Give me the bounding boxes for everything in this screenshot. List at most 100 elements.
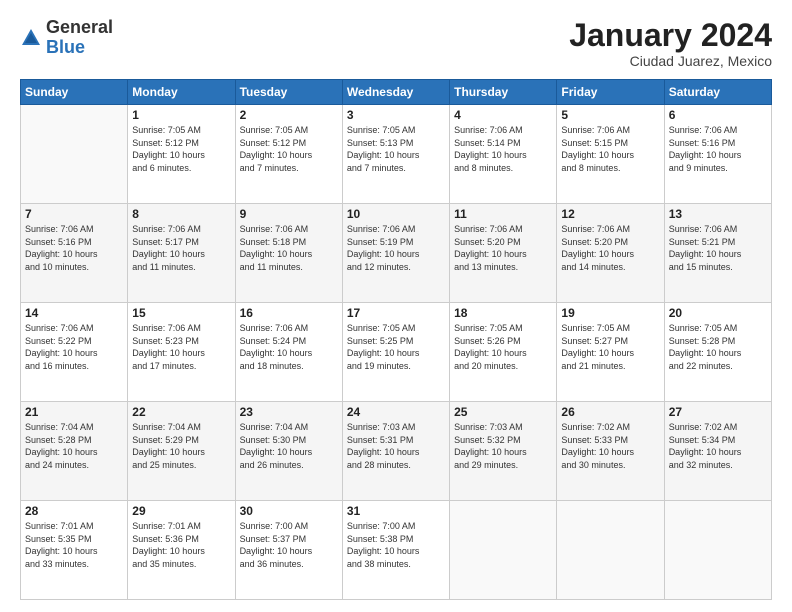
calendar-cell: 31 Sunrise: 7:00 AM Sunset: 5:38 PM Dayli…: [342, 501, 449, 600]
day-number: 7: [25, 207, 123, 221]
calendar-cell: 13 Sunrise: 7:06 AM Sunset: 5:21 PM Dayli…: [664, 204, 771, 303]
calendar-cell: 24 Sunrise: 7:03 AM Sunset: 5:31 PM Dayli…: [342, 402, 449, 501]
day-number: 8: [132, 207, 230, 221]
day-info: Sunrise: 7:06 AM Sunset: 5:23 PM Dayligh…: [132, 322, 230, 372]
day-number: 11: [454, 207, 552, 221]
logo-icon: [20, 27, 42, 49]
calendar-cell: 22 Sunrise: 7:04 AM Sunset: 5:29 PM Dayli…: [128, 402, 235, 501]
calendar-cell: [450, 501, 557, 600]
calendar-cell: [557, 501, 664, 600]
week-row-0: 1 Sunrise: 7:05 AM Sunset: 5:12 PM Daylig…: [21, 105, 772, 204]
calendar-cell: 8 Sunrise: 7:06 AM Sunset: 5:17 PM Daylig…: [128, 204, 235, 303]
calendar-page: General Blue January 2024 Ciudad Juarez,…: [0, 0, 792, 612]
day-number: 14: [25, 306, 123, 320]
week-row-3: 21 Sunrise: 7:04 AM Sunset: 5:28 PM Dayli…: [21, 402, 772, 501]
calendar-cell: 11 Sunrise: 7:06 AM Sunset: 5:20 PM Dayli…: [450, 204, 557, 303]
weekday-header-row: Sunday Monday Tuesday Wednesday Thursday…: [21, 80, 772, 105]
day-info: Sunrise: 7:06 AM Sunset: 5:20 PM Dayligh…: [561, 223, 659, 273]
day-info: Sunrise: 7:05 AM Sunset: 5:28 PM Dayligh…: [669, 322, 767, 372]
calendar-cell: 10 Sunrise: 7:06 AM Sunset: 5:19 PM Dayli…: [342, 204, 449, 303]
day-info: Sunrise: 7:06 AM Sunset: 5:24 PM Dayligh…: [240, 322, 338, 372]
calendar-cell: 29 Sunrise: 7:01 AM Sunset: 5:36 PM Dayli…: [128, 501, 235, 600]
week-row-1: 7Sunrise: 7:06 AM Sunset: 5:16 PM Daylig…: [21, 204, 772, 303]
day-number: 10: [347, 207, 445, 221]
day-info: Sunrise: 7:02 AM Sunset: 5:33 PM Dayligh…: [561, 421, 659, 471]
calendar-cell: 7Sunrise: 7:06 AM Sunset: 5:16 PM Daylig…: [21, 204, 128, 303]
day-info: Sunrise: 7:04 AM Sunset: 5:28 PM Dayligh…: [25, 421, 123, 471]
calendar-cell: 17 Sunrise: 7:05 AM Sunset: 5:25 PM Dayli…: [342, 303, 449, 402]
month-title: January 2024: [569, 18, 772, 53]
day-number: 31: [347, 504, 445, 518]
day-number: 20: [669, 306, 767, 320]
day-info: Sunrise: 7:06 AM Sunset: 5:21 PM Dayligh…: [669, 223, 767, 273]
day-info: Sunrise: 7:06 AM Sunset: 5:18 PM Dayligh…: [240, 223, 338, 273]
day-number: 15: [132, 306, 230, 320]
calendar-cell: 28 Sunrise: 7:01 AM Sunset: 5:35 PM Dayli…: [21, 501, 128, 600]
calendar-cell: 2Sunrise: 7:05 AM Sunset: 5:12 PM Daylig…: [235, 105, 342, 204]
calendar-cell: [664, 501, 771, 600]
day-info: Sunrise: 7:00 AM Sunset: 5:37 PM Dayligh…: [240, 520, 338, 570]
day-number: 25: [454, 405, 552, 419]
day-info: Sunrise: 7:05 AM Sunset: 5:27 PM Dayligh…: [561, 322, 659, 372]
day-number: 21: [25, 405, 123, 419]
day-info: Sunrise: 7:05 AM Sunset: 5:26 PM Dayligh…: [454, 322, 552, 372]
calendar-cell: 21 Sunrise: 7:04 AM Sunset: 5:28 PM Dayli…: [21, 402, 128, 501]
day-number: 3: [347, 108, 445, 122]
logo: General Blue: [20, 18, 113, 58]
day-info: Sunrise: 7:06 AM Sunset: 5:19 PM Dayligh…: [347, 223, 445, 273]
calendar-cell: [21, 105, 128, 204]
calendar-cell: 26 Sunrise: 7:02 AM Sunset: 5:33 PM Dayli…: [557, 402, 664, 501]
location-subtitle: Ciudad Juarez, Mexico: [569, 53, 772, 69]
header-saturday: Saturday: [664, 80, 771, 105]
week-row-2: 14 Sunrise: 7:06 AM Sunset: 5:22 PM Dayli…: [21, 303, 772, 402]
day-number: 13: [669, 207, 767, 221]
day-info: Sunrise: 7:01 AM Sunset: 5:36 PM Dayligh…: [132, 520, 230, 570]
day-number: 9: [240, 207, 338, 221]
day-number: 26: [561, 405, 659, 419]
calendar-cell: 23Sunrise: 7:04 AM Sunset: 5:30 PM Dayli…: [235, 402, 342, 501]
calendar-cell: 20 Sunrise: 7:05 AM Sunset: 5:28 PM Dayli…: [664, 303, 771, 402]
day-number: 4: [454, 108, 552, 122]
logo-general-text: General: [46, 17, 113, 37]
calendar-cell: 25Sunrise: 7:03 AM Sunset: 5:32 PM Dayli…: [450, 402, 557, 501]
day-info: Sunrise: 7:05 AM Sunset: 5:12 PM Dayligh…: [132, 124, 230, 174]
header-sunday: Sunday: [21, 80, 128, 105]
header-thursday: Thursday: [450, 80, 557, 105]
day-number: 5: [561, 108, 659, 122]
header-friday: Friday: [557, 80, 664, 105]
calendar-cell: 30 Sunrise: 7:00 AM Sunset: 5:37 PM Dayli…: [235, 501, 342, 600]
day-number: 19: [561, 306, 659, 320]
day-info: Sunrise: 7:04 AM Sunset: 5:29 PM Dayligh…: [132, 421, 230, 471]
title-block: January 2024 Ciudad Juarez, Mexico: [569, 18, 772, 69]
day-number: 30: [240, 504, 338, 518]
day-number: 6: [669, 108, 767, 122]
day-info: Sunrise: 7:00 AM Sunset: 5:38 PM Dayligh…: [347, 520, 445, 570]
day-info: Sunrise: 7:06 AM Sunset: 5:17 PM Dayligh…: [132, 223, 230, 273]
day-number: 24: [347, 405, 445, 419]
calendar-cell: 1 Sunrise: 7:05 AM Sunset: 5:12 PM Daylig…: [128, 105, 235, 204]
calendar-table: Sunday Monday Tuesday Wednesday Thursday…: [20, 79, 772, 600]
header-tuesday: Tuesday: [235, 80, 342, 105]
day-number: 12: [561, 207, 659, 221]
day-number: 23: [240, 405, 338, 419]
logo-blue-text: Blue: [46, 37, 85, 57]
day-info: Sunrise: 7:01 AM Sunset: 5:35 PM Dayligh…: [25, 520, 123, 570]
day-number: 27: [669, 405, 767, 419]
day-number: 28: [25, 504, 123, 518]
day-number: 22: [132, 405, 230, 419]
day-info: Sunrise: 7:06 AM Sunset: 5:20 PM Dayligh…: [454, 223, 552, 273]
calendar-cell: 4Sunrise: 7:06 AM Sunset: 5:14 PM Daylig…: [450, 105, 557, 204]
day-number: 29: [132, 504, 230, 518]
day-info: Sunrise: 7:03 AM Sunset: 5:31 PM Dayligh…: [347, 421, 445, 471]
week-row-4: 28 Sunrise: 7:01 AM Sunset: 5:35 PM Dayli…: [21, 501, 772, 600]
day-info: Sunrise: 7:02 AM Sunset: 5:34 PM Dayligh…: [669, 421, 767, 471]
calendar-cell: 15 Sunrise: 7:06 AM Sunset: 5:23 PM Dayli…: [128, 303, 235, 402]
day-number: 17: [347, 306, 445, 320]
day-number: 1: [132, 108, 230, 122]
day-number: 16: [240, 306, 338, 320]
header: General Blue January 2024 Ciudad Juarez,…: [20, 18, 772, 69]
day-info: Sunrise: 7:06 AM Sunset: 5:22 PM Dayligh…: [25, 322, 123, 372]
calendar-cell: 3Sunrise: 7:05 AM Sunset: 5:13 PM Daylig…: [342, 105, 449, 204]
calendar-cell: 12 Sunrise: 7:06 AM Sunset: 5:20 PM Dayli…: [557, 204, 664, 303]
day-info: Sunrise: 7:05 AM Sunset: 5:25 PM Dayligh…: [347, 322, 445, 372]
